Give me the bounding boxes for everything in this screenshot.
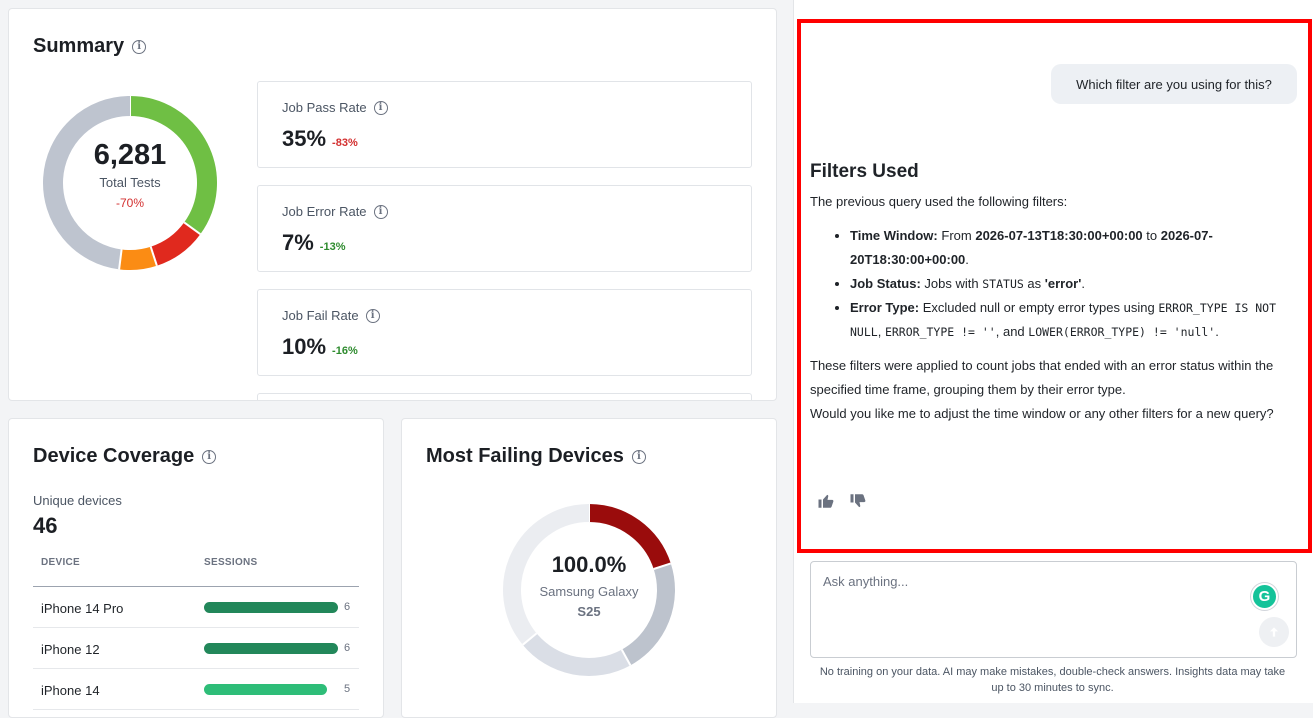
metric-delta: -16%	[332, 345, 358, 357]
col-sessions[interactable]: SESSIONS	[204, 557, 258, 568]
unique-devices-value: 46	[33, 513, 58, 538]
metric-delta: -83%	[332, 137, 358, 149]
metric-job-pass-rate: Job Pass Rate i 35% -83%	[257, 81, 752, 168]
sessions-bar	[204, 684, 327, 695]
summary-card: Summary i 6,281 Total Tests -70% Job Pas…	[8, 8, 777, 401]
arrow-up-icon	[1269, 627, 1279, 637]
info-icon[interactable]: i	[132, 39, 147, 54]
table-row[interactable]: iPhone 14 Pro 6	[33, 587, 359, 628]
info-icon[interactable]: i	[202, 449, 217, 464]
device-name: iPhone 12	[41, 642, 100, 657]
table-row[interactable]: iPhone 12 6	[33, 628, 359, 669]
metric-delta: -13%	[319, 241, 346, 253]
summary-donut-segment-2[interactable]	[119, 246, 157, 270]
total-tests-delta: -70%	[115, 196, 144, 210]
device-coverage-title: Device Coverage i	[33, 445, 217, 468]
summary-donut-segment-1[interactable]	[150, 222, 201, 266]
summary-title: Summary i	[33, 35, 147, 58]
failing-device-name: Samsung Galaxy S25	[539, 584, 639, 619]
metric-job-error-rate: Job Error Rate i 7% -13%	[257, 185, 752, 272]
total-tests-label: Total Tests	[99, 175, 161, 190]
col-device[interactable]: DEVICE	[41, 557, 80, 568]
failing-donut-segment-2[interactable]	[522, 633, 631, 676]
disclaimer-text: No training on your data. AI may make mi…	[819, 666, 1286, 694]
table-row[interactable]: iPhone 14 5	[33, 669, 359, 710]
device-name: iPhone 14	[41, 683, 100, 698]
failing-donut-center: 100.0% Samsung Galaxy S25	[524, 552, 654, 622]
sessions-count: 6	[344, 601, 351, 613]
unique-devices-label: Unique devices	[33, 493, 122, 508]
info-icon[interactable]: i	[373, 100, 388, 115]
metric-value: 10%	[282, 334, 327, 359]
highlight-box	[797, 19, 1312, 553]
send-button[interactable]	[1259, 617, 1289, 647]
device-name: iPhone 14 Pro	[41, 601, 124, 616]
info-icon[interactable]: i	[373, 204, 388, 219]
info-icon[interactable]: i	[365, 308, 380, 323]
sessions-bar	[204, 602, 338, 613]
metric-partial	[257, 393, 752, 400]
summary-donut-center: 6,281 Total Tests -70%	[70, 139, 190, 210]
metric-value: 7%	[282, 230, 314, 255]
most-failing-title: Most Failing Devices i	[426, 445, 646, 468]
sessions-count: 5	[344, 683, 351, 695]
info-icon[interactable]: i	[631, 449, 646, 464]
sessions-count: 6	[344, 642, 351, 654]
most-failing-devices-card: Most Failing Devices i 100.0% Samsung Ga…	[401, 418, 777, 718]
chat-input[interactable]	[823, 574, 1243, 589]
metric-value: 35%	[282, 126, 327, 151]
total-tests-value: 6,281	[93, 139, 167, 171]
sessions-bar	[204, 643, 338, 654]
failing-percent: 100.0%	[551, 552, 627, 577]
chat-input-box[interactable]: G	[810, 561, 1297, 658]
grammarly-icon[interactable]: G	[1251, 583, 1278, 610]
device-coverage-card: Device Coverage i Unique devices 46 DEVI…	[8, 418, 384, 718]
metric-job-fail-rate: Job Fail Rate i 10% -16%	[257, 289, 752, 376]
